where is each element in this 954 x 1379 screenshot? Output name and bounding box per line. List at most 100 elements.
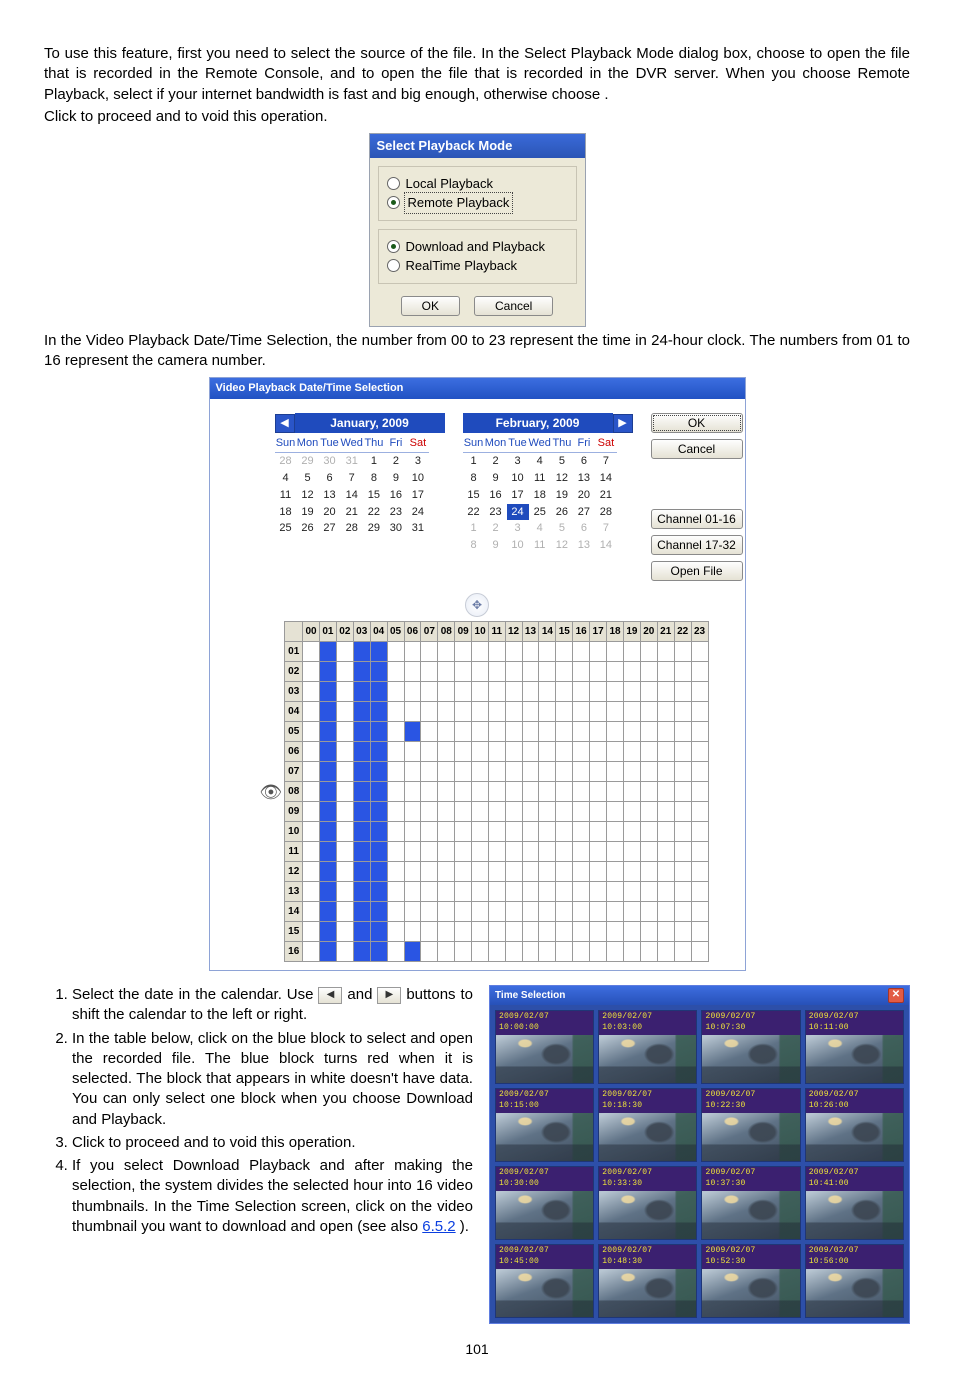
calendar-day[interactable]: 10 <box>507 470 529 487</box>
time-block[interactable] <box>438 822 455 842</box>
time-block[interactable] <box>455 722 472 742</box>
time-block[interactable] <box>505 942 522 962</box>
time-block[interactable] <box>657 802 674 822</box>
time-block[interactable] <box>607 642 624 662</box>
time-block[interactable] <box>522 882 539 902</box>
time-block[interactable] <box>505 682 522 702</box>
calendar-day[interactable]: 6 <box>319 470 341 487</box>
time-block[interactable] <box>387 642 404 662</box>
calendar-day[interactable]: 3 <box>507 520 529 537</box>
time-block[interactable] <box>505 922 522 942</box>
calendar-day[interactable]: 19 <box>551 487 573 504</box>
calendar-day[interactable]: 24 <box>507 504 529 521</box>
time-block[interactable] <box>404 702 421 722</box>
time-block[interactable] <box>421 802 438 822</box>
time-block[interactable] <box>640 722 657 742</box>
time-block[interactable] <box>336 902 353 922</box>
time-block[interactable] <box>319 882 336 902</box>
time-block[interactable] <box>472 882 489 902</box>
time-block[interactable] <box>489 882 506 902</box>
time-block[interactable] <box>353 942 370 962</box>
time-block[interactable] <box>438 742 455 762</box>
time-block[interactable] <box>556 902 573 922</box>
time-block[interactable] <box>556 782 573 802</box>
time-block[interactable] <box>522 722 539 742</box>
time-block[interactable] <box>319 802 336 822</box>
video-thumbnail[interactable]: 2009/02/07 10:41:00 <box>805 1166 904 1240</box>
time-block[interactable] <box>556 802 573 822</box>
time-block[interactable] <box>657 882 674 902</box>
calendar-day[interactable]: 17 <box>507 487 529 504</box>
calendar-day[interactable]: 27 <box>319 520 341 537</box>
time-block[interactable] <box>640 942 657 962</box>
close-button[interactable]: ✕ <box>888 988 904 1003</box>
time-block[interactable] <box>573 902 590 922</box>
time-block[interactable] <box>472 722 489 742</box>
time-block[interactable] <box>455 862 472 882</box>
time-block[interactable] <box>404 822 421 842</box>
time-block[interactable] <box>556 702 573 722</box>
time-block[interactable] <box>336 802 353 822</box>
time-block[interactable] <box>623 922 640 942</box>
time-block[interactable] <box>336 862 353 882</box>
time-block[interactable] <box>489 942 506 962</box>
video-thumbnail[interactable]: 2009/02/07 10:22:30 <box>701 1088 800 1162</box>
time-block[interactable] <box>438 642 455 662</box>
time-block[interactable] <box>489 902 506 922</box>
time-block[interactable] <box>691 682 708 702</box>
time-block[interactable] <box>387 682 404 702</box>
time-block[interactable] <box>421 682 438 702</box>
time-block[interactable] <box>319 922 336 942</box>
calendar-day[interactable]: 12 <box>551 537 573 554</box>
time-block[interactable] <box>607 742 624 762</box>
time-block[interactable] <box>691 902 708 922</box>
time-block[interactable] <box>370 942 387 962</box>
time-block[interactable] <box>539 942 556 962</box>
time-block[interactable] <box>370 902 387 922</box>
time-block[interactable] <box>319 822 336 842</box>
calendar-day[interactable]: 11 <box>275 487 297 504</box>
time-block[interactable] <box>472 922 489 942</box>
time-block[interactable] <box>438 942 455 962</box>
cancel-button[interactable]: Cancel <box>474 296 553 316</box>
calendar-day[interactable]: 8 <box>363 470 385 487</box>
ok-button[interactable]: OK <box>651 413 743 433</box>
calendar-day[interactable]: 6 <box>573 520 595 537</box>
video-thumbnail[interactable]: 2009/02/07 10:45:00 <box>495 1244 594 1318</box>
time-block[interactable] <box>353 842 370 862</box>
time-block[interactable] <box>640 782 657 802</box>
time-block[interactable] <box>674 822 691 842</box>
time-block[interactable] <box>657 682 674 702</box>
time-block[interactable] <box>657 782 674 802</box>
time-block[interactable] <box>691 942 708 962</box>
time-block[interactable] <box>303 722 320 742</box>
time-block[interactable] <box>353 802 370 822</box>
time-block[interactable] <box>522 742 539 762</box>
video-thumbnail[interactable]: 2009/02/07 10:37:30 <box>701 1166 800 1240</box>
calendar-day[interactable]: 29 <box>297 453 319 470</box>
time-block[interactable] <box>505 822 522 842</box>
time-block[interactable] <box>691 802 708 822</box>
time-block[interactable] <box>303 702 320 722</box>
time-block[interactable] <box>353 822 370 842</box>
calendar-day[interactable]: 3 <box>407 453 429 470</box>
time-block[interactable] <box>438 662 455 682</box>
calendar-day[interactable]: 22 <box>363 504 385 521</box>
time-block[interactable] <box>674 702 691 722</box>
time-block[interactable] <box>590 862 607 882</box>
video-thumbnail[interactable]: 2009/02/07 10:33:30 <box>598 1166 697 1240</box>
time-block[interactable] <box>387 662 404 682</box>
video-thumbnail[interactable]: 2009/02/07 10:52:30 <box>701 1244 800 1318</box>
calendar-day[interactable]: 28 <box>275 453 297 470</box>
time-block[interactable] <box>522 782 539 802</box>
time-block[interactable] <box>353 722 370 742</box>
calendar-day[interactable]: 30 <box>385 520 407 537</box>
time-block[interactable] <box>336 702 353 722</box>
time-block[interactable] <box>623 882 640 902</box>
time-block[interactable] <box>455 942 472 962</box>
time-block[interactable] <box>404 682 421 702</box>
video-thumbnail[interactable]: 2009/02/07 10:56:00 <box>805 1244 904 1318</box>
time-block[interactable] <box>607 862 624 882</box>
time-block[interactable] <box>336 762 353 782</box>
calendar-day[interactable]: 29 <box>363 520 385 537</box>
